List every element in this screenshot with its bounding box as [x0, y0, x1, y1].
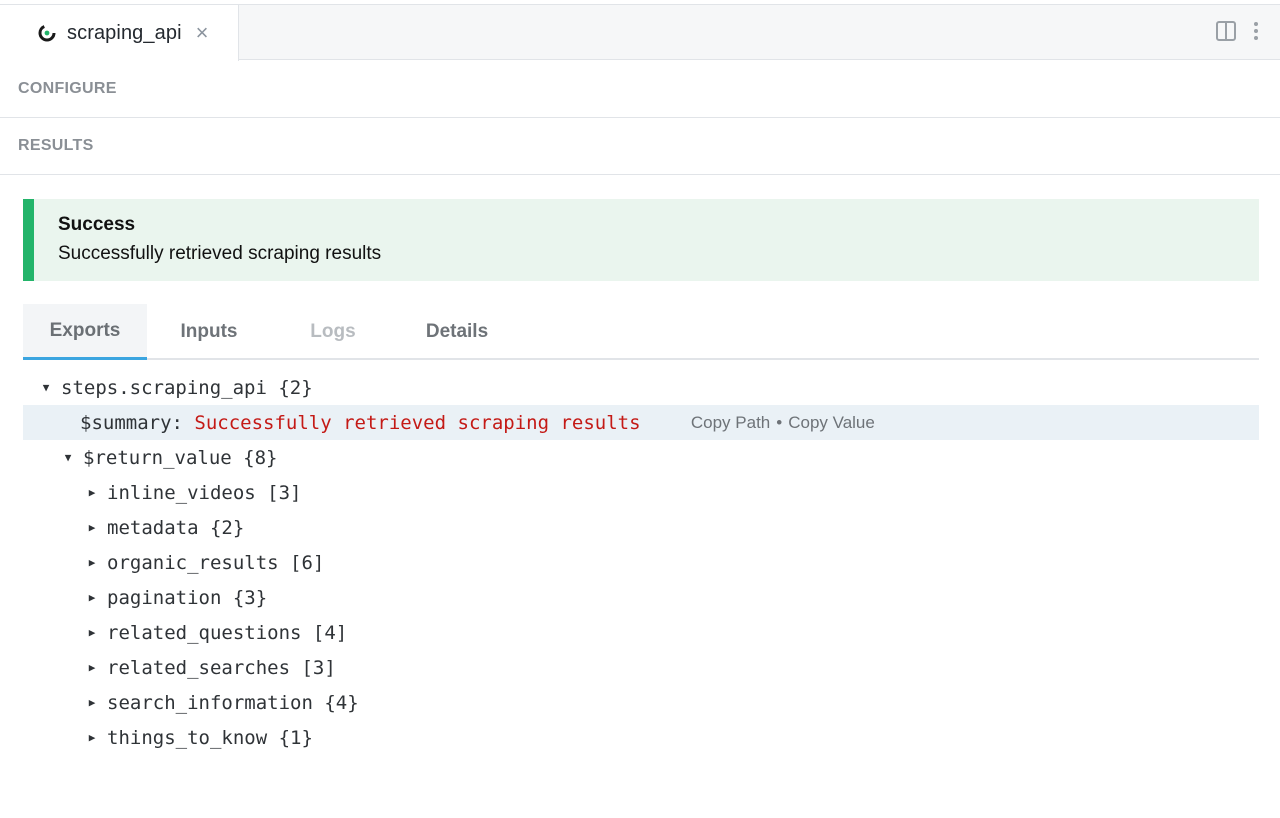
- separator-dot: •: [776, 412, 783, 432]
- close-icon[interactable]: ×: [196, 22, 209, 44]
- tabbar-actions: [1216, 21, 1258, 41]
- copy-value-link[interactable]: Copy Value: [788, 413, 875, 432]
- configure-label: CONFIGURE: [18, 80, 117, 97]
- tree-node-organic-results[interactable]: ▶ organic_results [6]: [23, 545, 1259, 580]
- tree-node-search-information[interactable]: ▶ search_information {4}: [23, 685, 1259, 720]
- node-label: organic_results: [107, 551, 279, 574]
- node-label: steps.scraping_api: [61, 376, 267, 399]
- configure-section-header[interactable]: CONFIGURE: [0, 61, 1280, 118]
- node-count: {8}: [243, 446, 278, 469]
- caret-right-icon[interactable]: ▶: [85, 696, 99, 709]
- alert-message: Successfully retrieved scraping results: [58, 243, 382, 264]
- node-label: related_searches: [107, 656, 291, 679]
- caret-down-icon[interactable]: ▼: [61, 451, 75, 464]
- node-count: {1}: [278, 726, 313, 749]
- tree-node-related-searches[interactable]: ▶ related_searches [3]: [23, 650, 1259, 685]
- results-section-header[interactable]: RESULTS: [0, 118, 1280, 175]
- node-count: [3]: [301, 656, 336, 679]
- node-label: search_information: [107, 691, 313, 714]
- node-label: inline_videos: [107, 481, 256, 504]
- node-count: [4]: [312, 621, 348, 644]
- tree-node-pagination[interactable]: ▶ pagination {3}: [23, 580, 1259, 615]
- more-options-icon[interactable]: [1254, 22, 1258, 40]
- exports-tree: ▼ steps.scraping_api {2} $summary: Succe…: [23, 370, 1259, 755]
- tree-node-things-to-know[interactable]: ▶ things_to_know {1}: [23, 720, 1259, 755]
- caret-right-icon[interactable]: ▶: [85, 591, 99, 604]
- caret-right-icon[interactable]: ▶: [85, 556, 99, 569]
- node-count: {3}: [232, 586, 268, 609]
- alert-title: Success: [58, 214, 136, 235]
- caret-down-icon[interactable]: ▼: [39, 381, 53, 394]
- tree-node-return-value[interactable]: ▼ $return_value {8}: [23, 440, 1259, 475]
- node-label: related_questions: [107, 621, 302, 644]
- node-count: [3]: [267, 481, 302, 504]
- node-label: $return_value: [83, 446, 232, 469]
- copy-path-link[interactable]: Copy Path: [691, 413, 770, 432]
- caret-right-icon[interactable]: ▶: [85, 626, 99, 639]
- node-label: pagination: [107, 586, 222, 609]
- tab-inputs[interactable]: Inputs: [147, 304, 271, 360]
- success-alert: Success Successfully retrieved scraping …: [23, 199, 1259, 281]
- node-count: {2}: [209, 516, 245, 539]
- tab-details[interactable]: Details: [395, 304, 519, 360]
- caret-right-icon[interactable]: ▶: [85, 521, 99, 534]
- tab-logs: Logs: [310, 321, 356, 342]
- split-view-icon[interactable]: [1216, 21, 1236, 41]
- caret-right-icon[interactable]: ▶: [85, 661, 99, 674]
- results-tabs: Exports Inputs Logs Details: [23, 304, 1259, 360]
- tree-node-metadata[interactable]: ▶ metadata {2}: [23, 510, 1259, 545]
- tab-exports[interactable]: Exports: [23, 304, 147, 360]
- summary-value: Successfully retrieved scraping results: [194, 411, 641, 434]
- results-label: RESULTS: [18, 137, 94, 154]
- node-count: {2}: [278, 376, 313, 399]
- pipedream-logo-icon: [38, 24, 56, 42]
- caret-right-icon[interactable]: ▶: [85, 486, 99, 499]
- tab-scraping-api[interactable]: scraping_api ×: [0, 4, 239, 61]
- node-label: metadata: [107, 516, 199, 539]
- tree-node-root[interactable]: ▼ steps.scraping_api {2}: [23, 370, 1259, 405]
- tree-node-related-questions[interactable]: ▶ related_questions [4]: [23, 615, 1259, 650]
- summary-key: $summary:: [80, 411, 183, 434]
- copy-actions: Copy Path • Copy Value: [663, 393, 875, 453]
- tab-title: scraping_api: [67, 21, 182, 44]
- editor-tab-bar: scraping_api ×: [0, 4, 1280, 61]
- node-count: {4}: [324, 691, 359, 714]
- node-count: [6]: [290, 551, 325, 574]
- tree-node-summary[interactable]: $summary: Successfully retrieved scrapin…: [23, 405, 1259, 440]
- tree-node-inline-videos[interactable]: ▶ inline_videos [3]: [23, 475, 1259, 510]
- node-label: things_to_know: [107, 726, 268, 749]
- caret-right-icon[interactable]: ▶: [85, 731, 99, 744]
